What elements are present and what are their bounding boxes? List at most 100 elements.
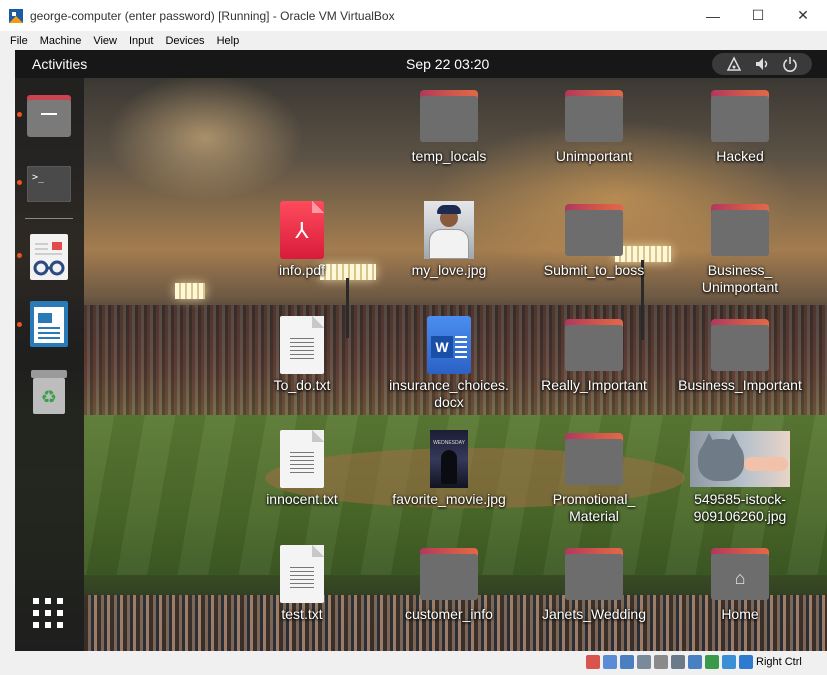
folder-icon [565, 319, 623, 371]
menu-machine[interactable]: Machine [34, 35, 88, 47]
shared-folders-icon[interactable] [654, 655, 668, 669]
icon-label: Home [721, 606, 759, 622]
menu-bar: File Machine View Input Devices Help [0, 31, 827, 50]
folder-business-unimportant[interactable]: Business_ Unimportant [675, 200, 805, 296]
icon-label: Promotional_ Material [552, 491, 636, 524]
maximize-button[interactable]: ☐ [735, 0, 781, 31]
icon-label: Really_Important [541, 377, 647, 393]
window-title-bar: george-computer (enter password) [Runnin… [0, 0, 827, 31]
icon-label: favorite_movie.jpg [392, 491, 506, 507]
host-key-label: Right Ctrl [756, 656, 802, 668]
libreoffice-writer-icon[interactable] [25, 300, 73, 348]
icon-label: customer_info [405, 606, 493, 622]
folder-icon [565, 548, 623, 600]
audio-icon[interactable] [603, 655, 617, 669]
trash-icon[interactable]: ♻ [25, 368, 73, 416]
icon-label: Hacked [716, 148, 764, 164]
running-indicator [17, 112, 22, 117]
folder-janets-wedding[interactable]: Janets_Wedding [529, 544, 659, 623]
file-test-txt[interactable]: test.txt [237, 544, 367, 623]
file-to-do-txt[interactable]: To_do.txt [237, 315, 367, 394]
menu-input[interactable]: Input [123, 35, 159, 47]
icon-label: Submit_to_boss [543, 262, 645, 278]
word-document-icon: W [427, 316, 471, 374]
running-indicator [17, 322, 22, 327]
terminal-icon[interactable]: >_ [25, 160, 73, 208]
status-bar: Right Ctrl [0, 651, 827, 675]
video-capture-icon[interactable] [688, 655, 702, 669]
icon-label: temp_locals [411, 148, 487, 164]
clock[interactable]: Sep 22 03:20 [406, 56, 489, 72]
vm-screen[interactable]: Activities Sep 22 03:20 >_ ♻ temp_locals… [15, 50, 827, 651]
folder-icon [711, 319, 769, 371]
file-istock-jpg[interactable]: 549585-istock- 909106260.jpg [675, 429, 805, 525]
file-info-pdf[interactable]: ⅄ info.pdf [237, 200, 367, 279]
device-status-icons [586, 655, 753, 669]
display-icon[interactable] [671, 655, 685, 669]
folder-icon [711, 90, 769, 142]
icon-label: 549585-istock- 909106260.jpg [693, 491, 787, 524]
running-indicator [17, 253, 22, 258]
image-thumbnail-icon [690, 431, 790, 487]
network-adapter-icon[interactable] [620, 655, 634, 669]
poster-title: WEDNESDAY [433, 440, 465, 446]
folder-home[interactable]: ⌂ Home [675, 544, 805, 623]
activities-button[interactable]: Activities [32, 56, 87, 72]
folder-icon [565, 90, 623, 142]
file-innocent-txt[interactable]: innocent.txt [237, 429, 367, 508]
files-icon[interactable] [25, 92, 73, 140]
icon-label: my_love.jpg [411, 262, 487, 278]
svg-text:>_: >_ [32, 172, 45, 183]
system-tray[interactable] [712, 53, 812, 75]
folder-unimportant[interactable]: Unimportant [529, 86, 659, 165]
mouse-integration-icon[interactable] [722, 655, 736, 669]
minimize-button[interactable]: — [690, 0, 736, 31]
close-button[interactable]: ✕ [780, 0, 826, 31]
virtualbox-logo-icon [9, 8, 23, 23]
icon-label: info.pdf [279, 262, 325, 278]
dock: >_ ♻ [15, 78, 84, 651]
file-insurance-choices-docx[interactable]: W insurance_choices. docx [384, 315, 514, 411]
running-indicator [17, 180, 22, 185]
folder-business-important[interactable]: Business_Important [675, 315, 805, 394]
optical-drive-icon[interactable] [586, 655, 600, 669]
folder-icon [711, 204, 769, 256]
menu-file[interactable]: File [0, 35, 34, 47]
icon-label: To_do.txt [273, 377, 331, 393]
dock-separator [25, 218, 73, 219]
folder-icon [420, 548, 478, 600]
file-favorite-movie-jpg[interactable]: WEDNESDAY favorite_movie.jpg [384, 429, 514, 508]
stadium-light [175, 283, 205, 299]
folder-customer-info[interactable]: customer_info [384, 544, 514, 623]
text-file-icon [280, 430, 324, 488]
window-title: george-computer (enter password) [Runnin… [30, 8, 395, 23]
show-applications-icon[interactable] [33, 598, 63, 628]
icon-label: Unimportant [555, 148, 633, 164]
usb-icon[interactable] [637, 655, 651, 669]
file-my-love-jpg[interactable]: my_love.jpg [384, 200, 514, 279]
menu-view[interactable]: View [87, 35, 123, 47]
volume-icon [756, 58, 768, 70]
folder-icon [565, 204, 623, 256]
icon-label: Business_ Unimportant [701, 262, 779, 295]
folder-temp-locals[interactable]: temp_locals [384, 86, 514, 165]
icon-label: Business_Important [678, 377, 802, 393]
folder-really-important[interactable]: Really_Important [529, 315, 659, 394]
folder-icon [565, 433, 623, 485]
text-file-icon [280, 316, 324, 374]
gnome-top-bar: Activities Sep 22 03:20 [15, 50, 827, 78]
pdf-icon: ⅄ [280, 201, 324, 259]
keyboard-capture-icon[interactable] [739, 655, 753, 669]
folder-promotional-material[interactable]: Promotional_ Material [529, 429, 659, 525]
folder-hacked[interactable]: Hacked [675, 86, 805, 165]
cpu-icon[interactable] [705, 655, 719, 669]
menu-devices[interactable]: Devices [159, 35, 210, 47]
folder-icon [420, 90, 478, 142]
document-viewer-icon[interactable] [25, 233, 73, 281]
power-icon [783, 57, 797, 72]
home-folder-icon: ⌂ [711, 548, 769, 600]
folder-submit-to-boss[interactable]: Submit_to_boss [529, 200, 659, 279]
svg-text:♻: ♻ [41, 387, 57, 408]
text-file-icon [280, 545, 324, 603]
menu-help[interactable]: Help [211, 35, 246, 47]
